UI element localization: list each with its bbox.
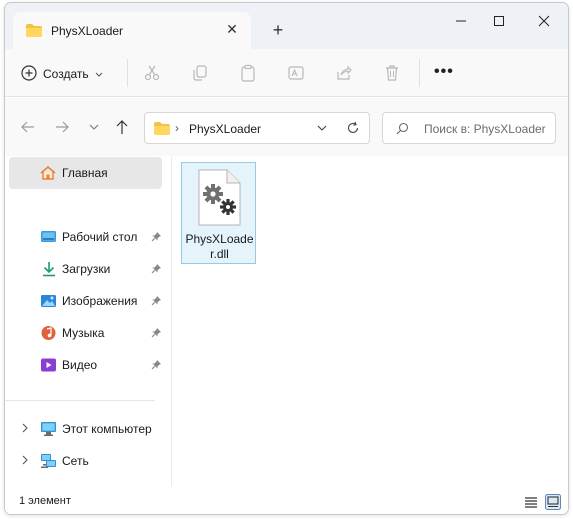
- file-item[interactable]: PhysXLoader.dll: [181, 162, 256, 264]
- search-box[interactable]: Поиск в: PhysXLoader: [382, 112, 556, 144]
- home-icon: [39, 165, 57, 184]
- sidebar-item-home[interactable]: Главная: [9, 157, 162, 189]
- navigation-bar: › PhysXLoader Поиск в: PhysXLoader: [5, 98, 568, 156]
- toolbar-divider: [127, 59, 128, 87]
- title-bar: PhysXLoader ✕ +: [5, 3, 568, 49]
- address-bar[interactable]: › PhysXLoader: [144, 112, 370, 144]
- close-tab-icon[interactable]: ✕: [223, 20, 241, 38]
- forward-arrow-icon[interactable]: [53, 118, 71, 136]
- sidebar-item-label: Рабочий стол: [62, 230, 138, 244]
- desktop-icon: [40, 229, 57, 248]
- sidebar-item-label: Главная: [62, 166, 108, 180]
- cut-icon[interactable]: [143, 64, 161, 82]
- pin-icon[interactable]: [151, 231, 162, 245]
- delete-icon[interactable]: [383, 64, 401, 82]
- pin-icon[interactable]: [151, 295, 162, 309]
- pin-icon[interactable]: [151, 327, 162, 341]
- share-icon[interactable]: [335, 64, 353, 82]
- sidebar-item-pictures[interactable]: Изображения: [9, 285, 162, 317]
- sidebar-item-this-pc[interactable]: Этот компьютер: [9, 413, 162, 445]
- more-options-icon[interactable]: •••: [434, 63, 454, 81]
- maximize-icon[interactable]: [484, 9, 514, 33]
- large-icons-view-icon[interactable]: [545, 494, 563, 510]
- pin-icon[interactable]: [151, 263, 162, 277]
- toolbar-divider: [419, 59, 420, 87]
- file-name: PhysXLoader.dll: [185, 232, 254, 261]
- status-bar: 1 элемент: [5, 486, 568, 514]
- sidebar-item-label: Сеть: [62, 454, 89, 468]
- file-list: PhysXLoader.dll: [172, 156, 568, 486]
- rename-icon[interactable]: [287, 64, 305, 82]
- network-icon: [40, 453, 57, 472]
- item-count: 1 элемент: [19, 495, 71, 507]
- search-icon: [396, 122, 409, 138]
- sidebar-item-network[interactable]: Сеть: [9, 445, 162, 477]
- copy-icon[interactable]: [191, 64, 209, 82]
- music-icon: [40, 325, 57, 344]
- sidebar-item-downloads[interactable]: Загрузки: [9, 253, 162, 285]
- breadcrumb-item[interactable]: PhysXLoader: [189, 122, 261, 136]
- paste-icon[interactable]: [239, 64, 257, 82]
- sidebar-item-label: Видео: [62, 358, 98, 372]
- sidebar-item-desktop[interactable]: Рабочий стол: [9, 221, 162, 253]
- back-arrow-icon[interactable]: [19, 118, 37, 136]
- folder-icon: [153, 121, 171, 139]
- create-label: Создать: [43, 67, 89, 81]
- tab-physxloader[interactable]: PhysXLoader ✕: [13, 12, 251, 49]
- sidebar-item-label: Музыка: [62, 326, 105, 340]
- command-bar: Создать •••: [5, 49, 568, 97]
- chevron-down-icon: [95, 67, 103, 81]
- pictures-icon: [40, 293, 57, 312]
- navigation-pane: Главная Рабочий стол Загрузки Изображени…: [5, 156, 171, 486]
- dll-file-icon: [196, 169, 242, 230]
- sidebar-item-video[interactable]: Видео: [9, 349, 162, 381]
- pin-icon[interactable]: [151, 359, 162, 373]
- tab-title: PhysXLoader: [51, 24, 124, 38]
- video-icon: [40, 357, 57, 376]
- computer-icon: [40, 421, 57, 440]
- close-window-icon[interactable]: [529, 9, 559, 33]
- sidebar-item-label: Загрузки: [62, 262, 111, 276]
- details-view-icon[interactable]: [523, 494, 541, 510]
- create-button[interactable]: Создать: [21, 63, 103, 85]
- address-history-chevron-icon[interactable]: [315, 121, 329, 138]
- chevron-right-icon[interactable]: [21, 422, 29, 437]
- folder-icon: [25, 23, 43, 41]
- up-arrow-icon[interactable]: [113, 118, 131, 136]
- breadcrumb-separator[interactable]: ›: [175, 121, 179, 135]
- minimize-icon[interactable]: [446, 9, 476, 33]
- plus-circle-icon: [21, 64, 37, 84]
- chevron-right-icon[interactable]: [21, 454, 29, 469]
- sidebar-item-music[interactable]: Музыка: [9, 317, 162, 349]
- sidebar-divider: [5, 400, 155, 401]
- new-tab-icon[interactable]: +: [267, 20, 289, 42]
- refresh-icon[interactable]: [346, 121, 360, 138]
- sidebar-item-label: Этот компьютер: [62, 422, 152, 436]
- file-explorer-window: PhysXLoader ✕ + Создать ••• › PhysXLoade…: [4, 2, 569, 515]
- recent-locations-chevron-icon[interactable]: [85, 118, 103, 136]
- sidebar-item-label: Изображения: [62, 294, 138, 308]
- downloads-icon: [41, 261, 57, 280]
- search-input[interactable]: Поиск в: PhysXLoader: [424, 122, 546, 136]
